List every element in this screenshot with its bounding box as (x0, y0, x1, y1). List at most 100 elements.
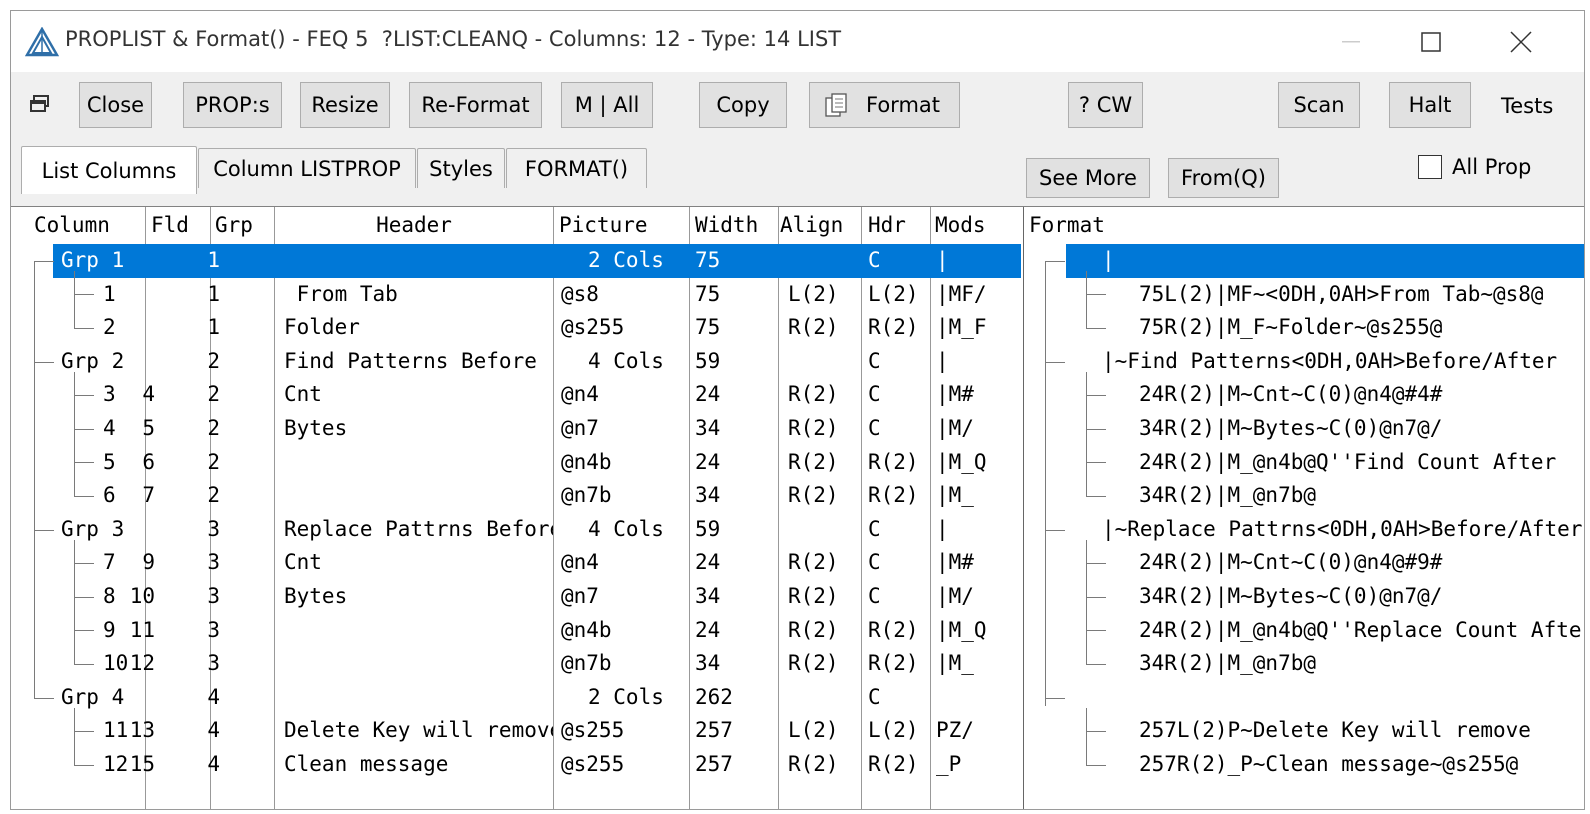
checkbox-box[interactable] (1418, 155, 1442, 179)
format-row[interactable]: 24R(2)|M~Cnt~C(0)@n4@#9# (1024, 546, 1584, 580)
cell-mods: PZ/ (936, 718, 974, 743)
format-row[interactable]: 34R(2)|M_@n7b@ (1024, 479, 1584, 513)
close-window-button[interactable] (1476, 11, 1566, 72)
table-row[interactable]: 10 12 3 @n7b 34 R(2) R(2) |M_ (11, 647, 1024, 681)
cell-align: R(2) (788, 382, 839, 407)
col-header-format[interactable]: Format (1029, 207, 1105, 243)
format-row[interactable]: 257R(2)_P~Clean message~@s255@ (1024, 748, 1584, 782)
cell-align: R(2) (788, 651, 839, 676)
table-row[interactable]: Bytes 4 5 2 @n7 34 R(2) C |M/ (11, 412, 1024, 446)
col-header-align[interactable]: Align (780, 207, 843, 243)
cell-width: 257 (695, 718, 733, 743)
document-copy-icon (825, 93, 847, 117)
table-row[interactable]: From Tab 1 1 @s8 75 L(2) L(2) |MF/ (11, 278, 1024, 312)
format-row[interactable]: 34R(2)|M~Bytes~C(0)@n7@/ (1024, 412, 1584, 446)
col-header-width[interactable]: Width (695, 207, 758, 243)
tree-line (74, 764, 94, 766)
cell-width: 59 (695, 516, 721, 541)
table-row[interactable]: 9 11 3 @n4b 24 R(2) R(2) |M_Q (11, 614, 1024, 648)
table-row[interactable]: Replace Pattrns Before Grp 3 3 4 Cols 59 C | (11, 513, 1024, 547)
cell-header: Bytes (284, 584, 348, 608)
tab-list-columns[interactable]: List Columns (21, 146, 197, 194)
close-button-label: Close (86, 93, 145, 117)
see-more-button[interactable]: See More (1026, 158, 1150, 198)
format-row[interactable]: |~Replace Pattrns<0DH,0AH>Before/After (1024, 513, 1584, 547)
cell-grp: 3 (207, 617, 220, 642)
format-row[interactable]: 24R(2)|M~Cnt~C(0)@n4@#4# (1024, 378, 1584, 412)
tab-format[interactable]: FORMAT() (506, 148, 647, 188)
cell-hdr: R(2) (868, 449, 919, 474)
cw-button[interactable]: ? CW (1068, 82, 1143, 128)
tree-line (1086, 596, 1106, 598)
cell-grp: 1 (207, 248, 220, 272)
cell-align: R(2) (788, 483, 839, 508)
restore-windows-icon[interactable] (29, 94, 51, 114)
cell-picture: 4 Cols (588, 516, 664, 541)
table-row[interactable]: Bytes 8 10 3 @n7 34 R(2) C |M/ (11, 580, 1024, 614)
resize-button[interactable]: Resize (300, 82, 390, 128)
minimize-button[interactable] (1306, 11, 1396, 72)
col-header-mods[interactable]: Mods (935, 207, 986, 243)
col-header-fld[interactable]: Fld (151, 207, 189, 243)
format-row[interactable]: 34R(2)|M~Bytes~C(0)@n7@/ (1024, 580, 1584, 614)
close-button[interactable]: Close (79, 82, 152, 128)
cell-mods: |M/ (936, 416, 974, 440)
reformat-button[interactable]: Re-Format (409, 82, 542, 128)
format-row[interactable]: 257L(2)P~Delete Key will remove (1024, 714, 1584, 748)
m-all-button[interactable]: M | All (561, 82, 653, 128)
app-logo-icon (25, 27, 59, 57)
cell-width: 75 (695, 248, 721, 272)
cell-align: R(2) (788, 449, 839, 474)
halt-button[interactable]: Halt (1389, 82, 1471, 128)
table-row[interactable]: Folder 2 1 @s255 75 R(2) R(2) |M_F (11, 311, 1024, 345)
cell-picture: @s255 (561, 752, 625, 776)
col-header-column[interactable]: Column (34, 207, 110, 243)
table-row[interactable]: Grp 1 1 2 Cols 75 C | (11, 244, 1024, 278)
cell-grp: 2 (207, 483, 220, 508)
format-row[interactable]: 24R(2)|M_@n4b@Q''Find Count After (1024, 446, 1584, 480)
tree-line (34, 260, 54, 262)
cell-align: R(2) (788, 584, 839, 608)
cell-width: 24 (695, 550, 721, 575)
tab-column-listprop[interactable]: Column LISTPROP (198, 148, 416, 188)
table-row[interactable]: Cnt 3 4 2 @n4 24 R(2) C |M# (11, 378, 1024, 412)
cell-hdr: C (868, 550, 881, 575)
format-row[interactable]: 75R(2)|M_F~Folder~@s255@ (1024, 311, 1584, 345)
col-header-picture[interactable]: Picture (559, 207, 648, 243)
cell-fld: 9 (142, 550, 155, 575)
format-button[interactable]: Format (809, 82, 960, 128)
cell-mods: | (936, 248, 949, 272)
format-row[interactable] (1024, 681, 1584, 715)
format-row[interactable]: | (1024, 244, 1584, 278)
format-text: 34R(2)|M~Bytes~C(0)@n7@/ (1139, 416, 1443, 440)
cell-header (284, 681, 553, 715)
format-row[interactable]: 34R(2)|M_@n7b@ (1024, 647, 1584, 681)
tab-styles[interactable]: Styles (417, 148, 505, 188)
table-row[interactable]: 5 6 2 @n4b 24 R(2) R(2) |M_Q (11, 446, 1024, 480)
from-q-button[interactable]: From(Q) (1168, 158, 1279, 198)
maximize-button[interactable] (1386, 11, 1476, 72)
cell-hdr: C (868, 248, 881, 272)
cell-width: 75 (695, 281, 721, 306)
cell-mods: |M_F (936, 315, 987, 340)
table-row[interactable]: Clean message 12 15 4 @s255 257 R(2) R(2) _P (11, 748, 1024, 782)
table-row[interactable]: 6 7 2 @n7b 34 R(2) R(2) |M_ (11, 479, 1024, 513)
cell-column: Grp 3 (61, 516, 125, 541)
col-header-hdr[interactable]: Hdr (868, 207, 906, 243)
col-header-header[interactable]: Header (275, 207, 553, 243)
cell-align: R(2) (788, 617, 839, 642)
format-text: 24R(2)|M~Cnt~C(0)@n4@#4# (1139, 382, 1443, 407)
table-row[interactable]: Delete Key will remove 11 13 4 @s255 257 L(2) L… (11, 714, 1024, 748)
table-row[interactable]: Find Patterns Before Grp 2 2 4 Cols 59 C | (11, 345, 1024, 379)
format-row[interactable]: 75L(2)|MF~<0DH,0AH>From Tab~@s8@ (1024, 278, 1584, 312)
all-prop-checkbox[interactable]: All Prop (1418, 155, 1531, 179)
table-row[interactable]: Cnt 7 9 3 @n4 24 R(2) C |M# (11, 546, 1024, 580)
copy-button[interactable]: Copy (699, 82, 787, 128)
format-row[interactable]: 24R(2)|M_@n4b@Q''Replace Count After (1024, 614, 1584, 648)
tests-button[interactable]: Tests (1501, 94, 1553, 118)
format-row[interactable]: |~Find Patterns<0DH,0AH>Before/After (1024, 345, 1584, 379)
props-button[interactable]: PROP:s (183, 82, 282, 128)
col-header-grp[interactable]: Grp (215, 207, 253, 243)
scan-button[interactable]: Scan (1278, 82, 1360, 128)
table-row[interactable]: Grp 4 4 2 Cols 262 C (11, 681, 1024, 715)
